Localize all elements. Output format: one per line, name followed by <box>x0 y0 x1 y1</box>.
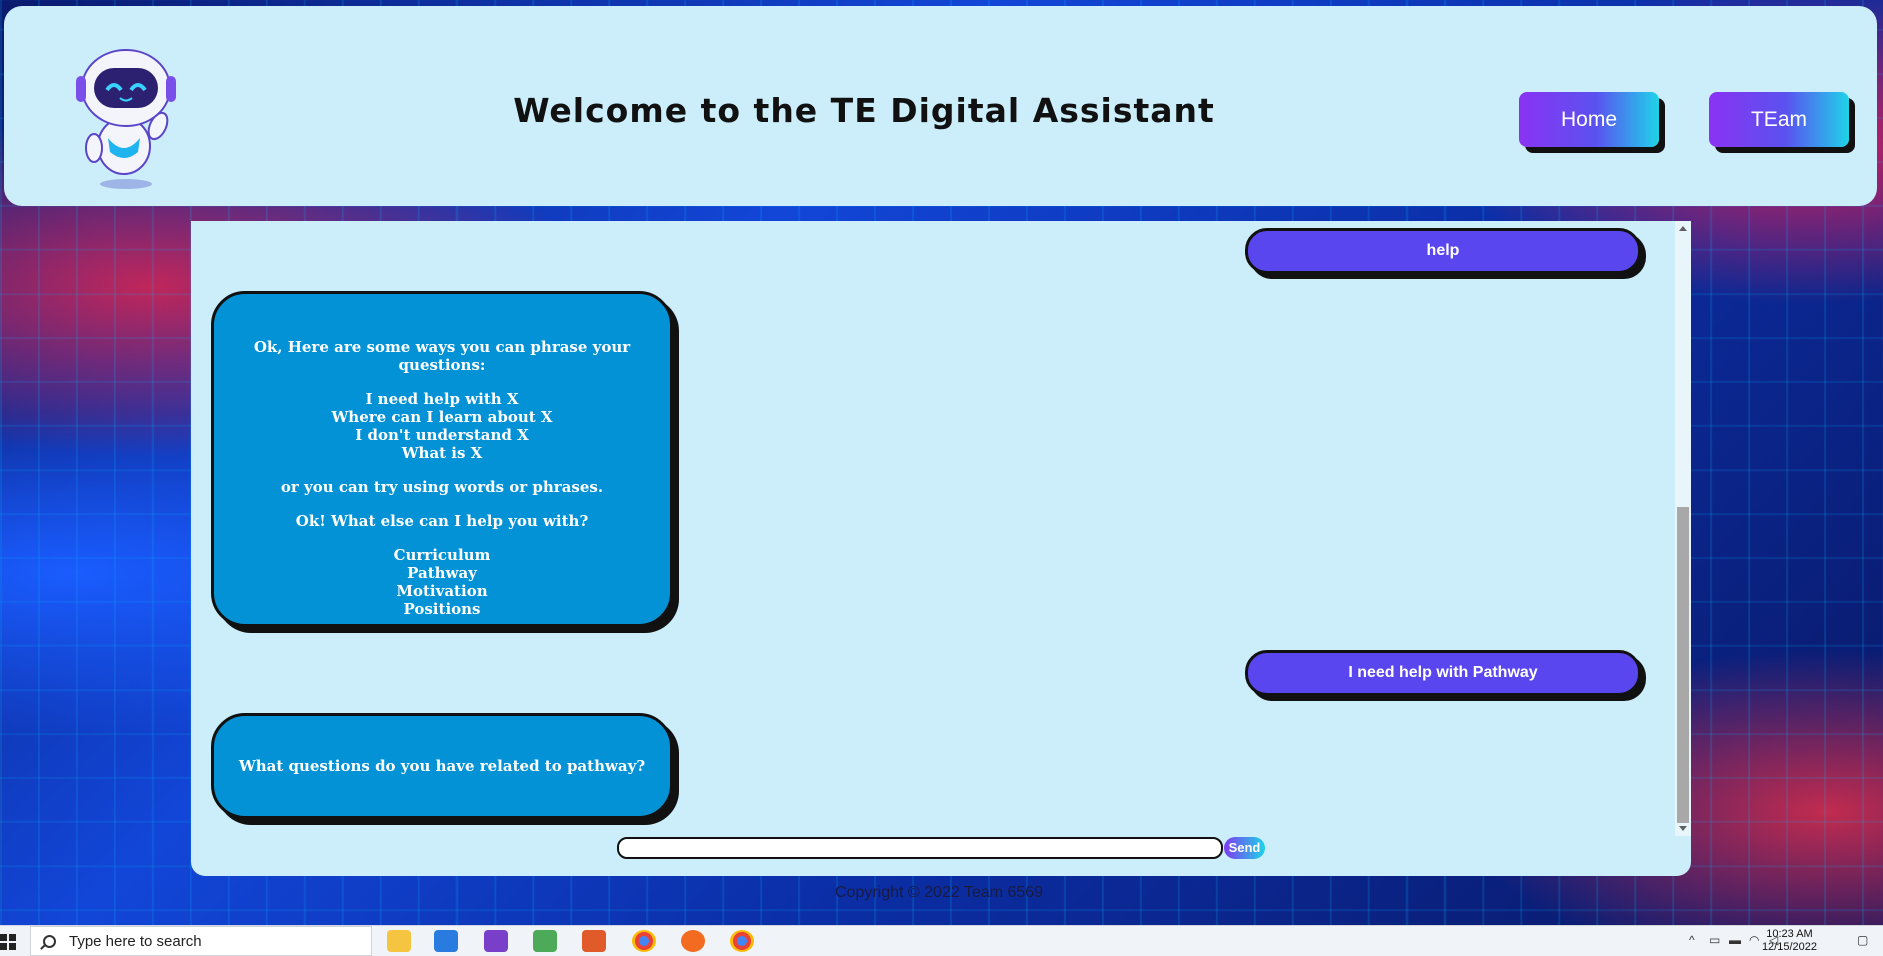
header: Welcome to the TE Digital Assistant Home… <box>4 6 1877 206</box>
scroll-down-icon[interactable] <box>1679 826 1687 831</box>
search-icon <box>43 935 56 948</box>
bot-text: What is X <box>401 444 483 462</box>
clock-time: 10:23 AM <box>1766 928 1813 940</box>
chat-scrollbar[interactable] <box>1675 221 1691 836</box>
copyright-footer: Copyright © 2022 Team 6569 <box>835 884 1044 901</box>
notification-icon[interactable]: ▢ <box>1857 934 1871 946</box>
bot-option-positions: Positions <box>403 600 481 618</box>
team-button[interactable]: TEam <box>1709 92 1849 147</box>
network-icon[interactable]: ▭ <box>1709 934 1723 946</box>
bot-text: What questions do you have related to pa… <box>238 757 646 775</box>
user-message: I need help with Pathway <box>1245 650 1641 696</box>
clock[interactable]: 10:23 AM 12/15/2022 <box>1762 928 1817 954</box>
app-icon[interactable] <box>533 930 557 952</box>
send-button[interactable]: Send <box>1224 837 1265 859</box>
windows-taskbar: Type here to search ^ ▭ ▬ ◠ ◁ 10:23 AM 1… <box>0 925 1883 956</box>
vscode-icon[interactable] <box>434 930 458 952</box>
file-explorer-icon[interactable] <box>387 930 411 952</box>
bot-text: I need help with X <box>365 390 519 408</box>
wifi-icon[interactable]: ◠ <box>1749 934 1763 946</box>
page-title: Welcome to the TE Digital Assistant <box>513 91 1215 130</box>
bot-message: Ok, Here are some ways you can phrase yo… <box>211 291 673 627</box>
user-message: help <box>1245 228 1641 274</box>
bot-option-pathway: Pathway <box>407 564 477 582</box>
bot-option-motivation: Motivation <box>396 582 488 600</box>
windows-start-icon[interactable] <box>0 934 16 950</box>
visual-studio-icon[interactable] <box>484 930 508 952</box>
bot-text: Ok! What else can I help you with? <box>295 512 589 530</box>
postman-icon[interactable] <box>681 930 705 952</box>
taskbar-search[interactable]: Type here to search <box>30 926 372 956</box>
chat-input-row: Send <box>617 837 1277 863</box>
chrome-icon[interactable] <box>632 930 656 952</box>
chat-panel: help Ok, Here are some ways you can phra… <box>191 221 1691 876</box>
chrome-icon[interactable] <box>730 930 754 952</box>
chat-input[interactable] <box>617 837 1223 859</box>
chevron-up-icon[interactable]: ^ <box>1689 934 1703 946</box>
bot-text: Where can I learn about X <box>331 408 553 426</box>
scroll-up-icon[interactable] <box>1679 226 1687 231</box>
bot-option-curriculum: Curriculum <box>393 546 491 564</box>
chat-log[interactable]: help Ok, Here are some ways you can phra… <box>191 221 1691 836</box>
search-placeholder: Type here to search <box>69 933 202 950</box>
git-icon[interactable] <box>582 930 606 952</box>
bot-text: Ok, Here are some ways you can phrase yo… <box>253 338 631 374</box>
battery-icon[interactable]: ▬ <box>1729 934 1743 946</box>
bot-text: or you can try using words or phrases. <box>280 478 604 496</box>
home-button[interactable]: Home <box>1519 92 1659 147</box>
scroll-thumb[interactable] <box>1677 507 1689 823</box>
bot-message: What questions do you have related to pa… <box>211 713 673 819</box>
clock-date: 12/15/2022 <box>1761 941 1817 953</box>
bot-text: I don't understand X <box>355 426 529 444</box>
